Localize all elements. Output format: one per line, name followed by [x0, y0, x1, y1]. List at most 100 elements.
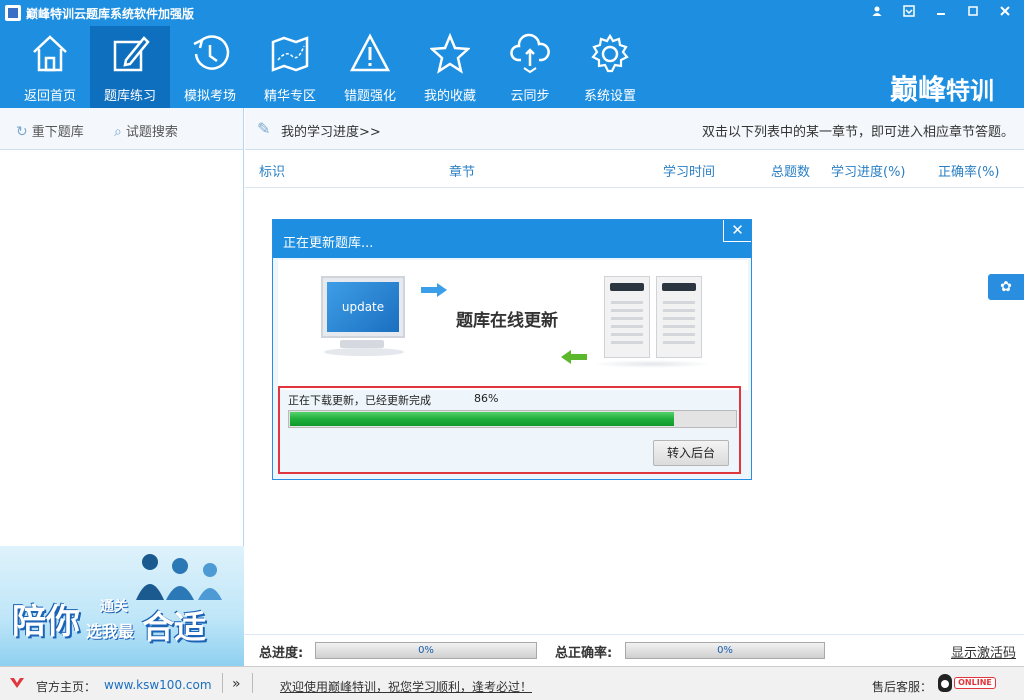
- dialog-close-icon[interactable]: ✕: [723, 220, 751, 242]
- toolbar-label: 云同步: [510, 89, 550, 104]
- reload-bank-label: 重下题库: [31, 125, 84, 140]
- promo-banner: 陪你 通关 选我最 合适: [0, 546, 244, 666]
- reload-bank-button[interactable]: ↻ 重下题库: [16, 121, 84, 140]
- toolbar-mock-exam[interactable]: 模拟考场: [170, 26, 250, 108]
- toolbar-favorites[interactable]: 我的收藏: [410, 26, 490, 108]
- brand-mark-icon: [10, 678, 24, 688]
- pin-icon: ✎: [257, 119, 271, 138]
- divider: [252, 673, 253, 693]
- total-accuracy-bar: 0%: [625, 642, 825, 659]
- progress-hint: 双击以下列表中的某一章节，即可进入相应章节答题。: [701, 125, 1014, 140]
- banner-line3: 选我最: [86, 622, 135, 641]
- chapter-table-header: 标识 章节 学习时间 总题数 学习进度(%) 正确率(%): [245, 150, 1024, 188]
- progress-header: ✎ 我的学习进度>> 双击以下列表中的某一章节，即可进入相应章节答题。: [245, 108, 1024, 150]
- students-illustration: [136, 554, 222, 600]
- total-progress-bar: 0%: [315, 642, 537, 659]
- clock-icon: [193, 35, 230, 70]
- server-icon: [604, 276, 650, 358]
- minimize-icon[interactable]: [932, 4, 950, 22]
- expand-arrow-icon[interactable]: »: [232, 676, 241, 692]
- banner-line2: 通关: [100, 599, 128, 615]
- illustration-caption: 题库在线更新: [456, 311, 558, 331]
- show-activation-code-link[interactable]: 显示激活码: [951, 642, 1016, 661]
- toolbar-label: 模拟考场: [183, 89, 236, 104]
- col-header[interactable]: 学习时间: [663, 161, 715, 180]
- toolbar-essence[interactable]: 精华专区: [250, 26, 330, 108]
- toolbar-settings[interactable]: 系统设置: [570, 26, 650, 108]
- move-to-background-button[interactable]: 转入后台: [653, 440, 729, 466]
- brand-main: 巅峰: [889, 73, 946, 106]
- server-shadow: [592, 360, 712, 368]
- window-title: 巅峰特训云题库系统软件加强版: [26, 7, 195, 21]
- status-bar: 官方主页： www.ksw100.com » 欢迎使用巅峰特训，祝您学习顺利，逢…: [0, 666, 1024, 700]
- summary-bar: 总进度: 0% 总正确率: 0% 显示激活码: [245, 634, 1024, 666]
- monitor-screen-text: update: [327, 282, 399, 332]
- qq-online-button[interactable]: ONLINE: [938, 674, 998, 692]
- server-icon: [656, 276, 702, 358]
- monitor-stand: [340, 340, 384, 348]
- banner-line4: 合适: [142, 608, 207, 646]
- main-toolbar: 返回首页 题库练习 模拟考场 精华专区 错题强化 我的收藏 云同步 系统设置 巅…: [0, 26, 1024, 108]
- arrow-left-icon: [561, 350, 587, 364]
- toolbar-label: 精华专区: [263, 89, 316, 104]
- maximize-icon[interactable]: [964, 4, 982, 22]
- toolbar-label: 系统设置: [583, 89, 636, 104]
- divider: [222, 673, 223, 693]
- dialog-titlebar: 正在更新题库... ✕: [273, 220, 751, 258]
- monitor-base: [324, 348, 404, 356]
- toolbar-cloud-sync[interactable]: 云同步: [490, 26, 570, 108]
- col-header[interactable]: 正确率(%): [938, 161, 1000, 180]
- progress-title-link[interactable]: 我的学习进度>>: [281, 121, 381, 140]
- col-header[interactable]: 总题数: [771, 161, 810, 180]
- homepage-label: 官方主页：: [36, 680, 97, 694]
- share-icon: ✿: [1000, 279, 1012, 295]
- download-progress-bar: [288, 410, 737, 428]
- download-status: 正在下载更新，已经更新完成: [288, 394, 431, 407]
- search-questions-label: 试题搜索: [125, 125, 178, 140]
- refresh-icon: ↻: [16, 124, 28, 140]
- qq-penguin-icon: [938, 674, 952, 692]
- download-progress-fill: [290, 412, 675, 426]
- close-icon[interactable]: [996, 4, 1014, 22]
- search-icon: ⌕: [114, 124, 122, 140]
- total-accuracy-label: 总正确率:: [555, 646, 613, 661]
- banner-line1: 陪你: [12, 602, 80, 642]
- brand-logo: 巅峰特训: [890, 68, 994, 108]
- side-share-tab[interactable]: ✿: [988, 274, 1024, 300]
- map-icon: [271, 36, 309, 72]
- download-progress-box: 正在下载更新，已经更新完成 86% 转入后台: [278, 386, 741, 474]
- toolbar-label: 返回首页: [23, 89, 76, 104]
- col-header[interactable]: 学习进度(%): [831, 161, 906, 180]
- support-label: 售后客服：: [872, 680, 933, 694]
- col-header[interactable]: 标识: [259, 161, 285, 180]
- toolbar-label: 我的收藏: [423, 89, 476, 104]
- total-progress-label: 总进度:: [259, 646, 304, 661]
- edit-icon: [113, 36, 150, 72]
- download-percent: 86%: [474, 392, 499, 405]
- user-icon[interactable]: [868, 4, 886, 22]
- welcome-marquee[interactable]: 欢迎使用巅峰特训，祝您学习顺利，逢考必过！: [280, 678, 532, 695]
- update-dialog: 正在更新题库... ✕ update 题库在线更新 正在下载更新，已经更新完成 …: [272, 219, 752, 480]
- gear-icon: [591, 33, 629, 73]
- toolbar-label: 题库练习: [103, 89, 156, 104]
- search-questions-button[interactable]: ⌕ 试题搜索: [114, 121, 178, 140]
- brand-sub: 特训: [946, 76, 994, 105]
- update-illustration: update 题库在线更新: [278, 260, 748, 390]
- toolbar-wrong-questions[interactable]: 错题强化: [330, 26, 410, 108]
- left-toolbar: ↻ 重下题库 ⌕ 试题搜索: [0, 108, 243, 150]
- menu-icon[interactable]: [900, 4, 918, 22]
- left-panel: ↻ 重下题库 ⌕ 试题搜索 陪你 通关 选我最 合适: [0, 108, 244, 666]
- toolbar-practice[interactable]: 题库练习: [90, 26, 170, 108]
- online-badge: ONLINE: [954, 677, 996, 689]
- home-icon: [33, 35, 67, 72]
- title-bar: 巅峰特训云题库系统软件加强版: [0, 0, 1024, 26]
- warning-icon: [350, 33, 390, 72]
- homepage-link[interactable]: www.ksw100.com: [104, 678, 212, 692]
- app-icon: [5, 5, 21, 21]
- monitor-icon: update: [321, 276, 405, 338]
- col-header[interactable]: 章节: [449, 161, 475, 180]
- dialog-title: 正在更新题库...: [283, 236, 374, 251]
- cloud-sync-icon: [510, 33, 550, 74]
- arrow-right-icon: [421, 283, 447, 297]
- toolbar-home[interactable]: 返回首页: [10, 26, 90, 108]
